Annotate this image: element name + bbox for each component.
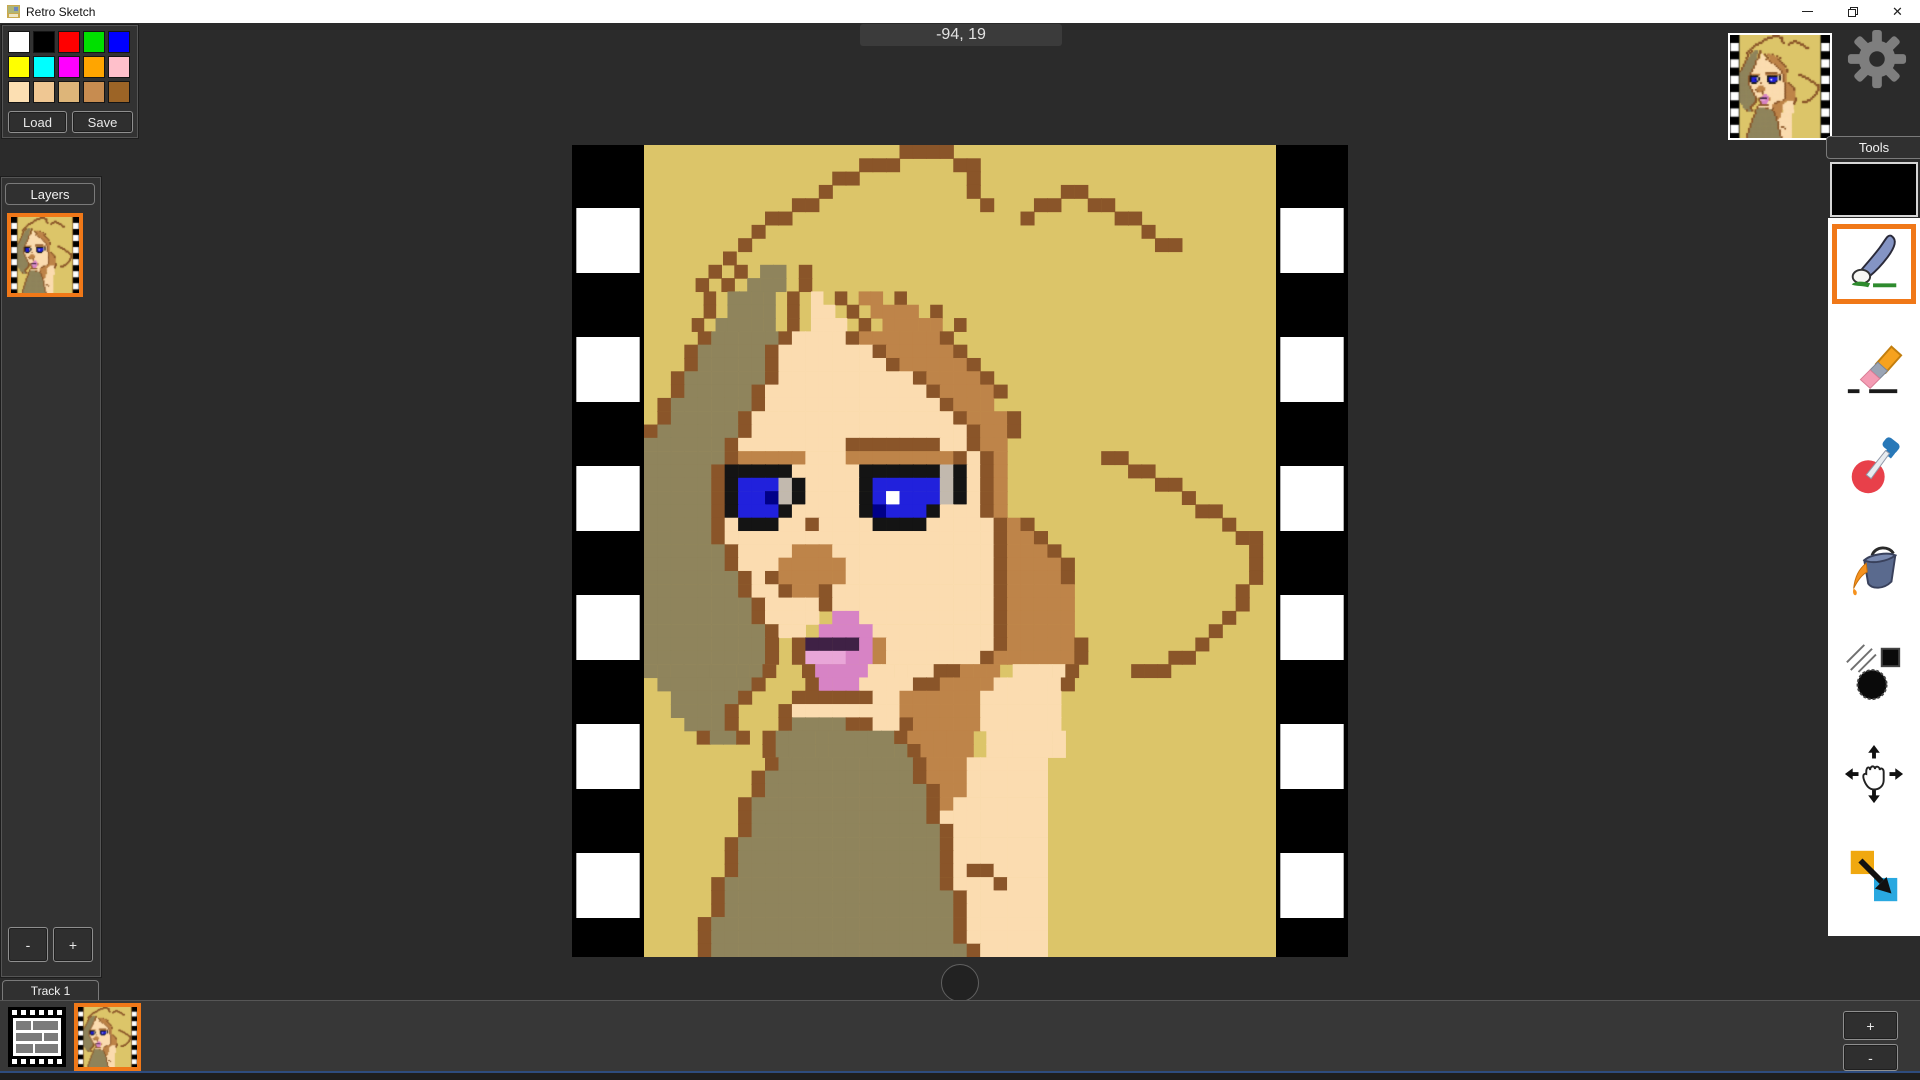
color-swatch-1[interactable] xyxy=(33,31,55,53)
color-swatch-10[interactable] xyxy=(8,81,30,103)
color-swatch-13[interactable] xyxy=(83,81,105,103)
paint-brush-tool[interactable] xyxy=(1832,224,1916,304)
color-swatch-14[interactable] xyxy=(108,81,130,103)
eraser-tool[interactable] xyxy=(1832,326,1916,406)
color-swatch-4[interactable] xyxy=(108,31,130,53)
tools-panel xyxy=(1828,218,1920,936)
color-swatch-7[interactable] xyxy=(58,56,80,78)
timeline: + - xyxy=(0,1000,1920,1072)
shape-tool[interactable] xyxy=(1832,632,1916,712)
color-swatch-8[interactable] xyxy=(83,56,105,78)
save-button[interactable]: Save xyxy=(72,111,133,133)
color-swatch-2[interactable] xyxy=(58,31,80,53)
close-button[interactable]: ✕ xyxy=(1875,0,1920,23)
artwork-preview-image xyxy=(1730,35,1830,138)
pan-hand-icon xyxy=(1843,743,1905,805)
horizontal-scrollbar[interactable] xyxy=(0,1071,1920,1080)
add-frame-film-icon[interactable] xyxy=(8,1007,66,1067)
layer-thumbnail-image xyxy=(11,217,79,293)
color-swatch-3[interactable] xyxy=(83,31,105,53)
load-button[interactable]: Load xyxy=(8,111,67,133)
track-tab[interactable]: Track 1 xyxy=(2,980,99,1000)
window-title: Retro Sketch xyxy=(26,5,95,19)
paint-brush-icon xyxy=(1843,233,1905,295)
cursor-coordinates: -94, 19 xyxy=(860,24,1062,46)
add-layer-button[interactable]: + xyxy=(53,927,93,962)
timeline-zoom-in-button[interactable]: + xyxy=(1843,1011,1898,1040)
color-swatch-6[interactable] xyxy=(33,56,55,78)
color-palette-panel: Load Save xyxy=(2,25,138,138)
playhead-dot[interactable] xyxy=(941,964,979,1002)
layer-thumbnail[interactable] xyxy=(7,213,83,297)
color-swatch-0[interactable] xyxy=(8,31,30,53)
paint-bucket-tool[interactable] xyxy=(1832,530,1916,610)
app-icon xyxy=(7,5,20,18)
resize-icon xyxy=(1843,845,1905,907)
paint-bucket-icon xyxy=(1843,539,1905,601)
gear-icon xyxy=(1846,28,1908,90)
restore-icon xyxy=(1847,6,1859,18)
eraser-icon xyxy=(1843,335,1905,397)
app-window: -94, 19 Retro Sketch ✕ Load Save Layers … xyxy=(0,0,1920,1080)
settings-button[interactable] xyxy=(1846,28,1908,92)
title-bar: Retro Sketch ✕ xyxy=(0,0,1920,23)
close-icon: ✕ xyxy=(1892,5,1903,18)
color-swatch-9[interactable] xyxy=(108,56,130,78)
current-color-swatch xyxy=(1830,162,1918,217)
color-picker-tool[interactable] xyxy=(1832,428,1916,508)
minimize-button[interactable] xyxy=(1785,0,1830,23)
resize-tool[interactable] xyxy=(1832,836,1916,916)
color-swatch-11[interactable] xyxy=(33,81,55,103)
layers-panel: Layers - + xyxy=(1,177,101,977)
remove-layer-button[interactable]: - xyxy=(8,927,48,962)
color-swatch-12[interactable] xyxy=(58,81,80,103)
minimize-icon xyxy=(1802,11,1813,12)
pan-tool[interactable] xyxy=(1832,734,1916,814)
artwork-preview xyxy=(1728,33,1832,140)
maximize-button[interactable] xyxy=(1830,0,1875,23)
eyedropper-icon xyxy=(1843,437,1905,499)
frame-thumbnail-selected[interactable] xyxy=(74,1003,141,1071)
frame-thumbnail-image xyxy=(78,1007,137,1067)
shapes-icon xyxy=(1843,641,1905,703)
tools-panel-title: Tools xyxy=(1826,136,1920,159)
layers-panel-title: Layers xyxy=(5,183,95,205)
timeline-zoom-out-button[interactable]: - xyxy=(1843,1044,1898,1071)
drawing-canvas[interactable] xyxy=(572,145,1348,957)
color-swatch-5[interactable] xyxy=(8,56,30,78)
color-swatch-grid xyxy=(8,31,132,103)
